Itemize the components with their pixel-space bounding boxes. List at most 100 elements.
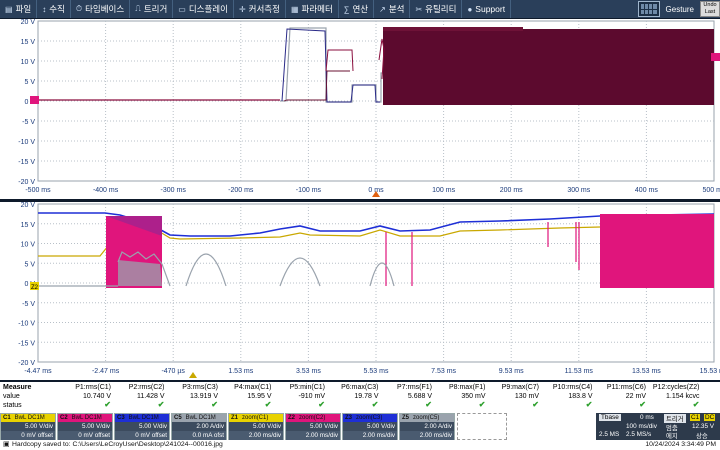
measure-param-value: 130 mV: [514, 393, 539, 400]
gesture-label[interactable]: Gesture: [663, 5, 697, 14]
channel-scale: 2.00 A/div: [400, 422, 454, 431]
measure-param-name[interactable]: P10:rms(C4): [535, 384, 593, 391]
channel-offset: 2.00 ms/div: [229, 431, 283, 440]
measure-param-name[interactable]: P6:max(C3): [321, 384, 378, 391]
channel-descriptor-c1[interactable]: C1 BwL DC1M 5.00 V/div 0 mV offset: [0, 413, 56, 440]
analysis-icon: ↗: [379, 4, 386, 14]
x-axis-tick-label: 3.53 ms: [296, 368, 321, 375]
channel-mode: BwL DC1M: [71, 415, 102, 421]
x-axis-tick-label: 15.53 ms: [700, 368, 720, 375]
channel-mode: zoom(C1): [242, 415, 269, 421]
channel-offset: 2.00 ms/div: [286, 431, 340, 440]
channel-header: Z5 zoom(C5): [400, 414, 454, 422]
channel-descriptor-z5[interactable]: Z5 zoom(C5) 2.00 A/div 2.00 ms/div: [399, 413, 455, 440]
menu-cursor[interactable]: ✛ 커서측정: [234, 0, 286, 18]
menu-folder[interactable]: ▤ 파일: [0, 0, 38, 18]
undo-button[interactable]: Undo Last: [700, 1, 720, 17]
timebase-descriptor[interactable]: Tbase 0 ms 트리거 C1 DC 100 ms/div 멈춤 12.35…: [596, 413, 720, 440]
value-row-label: value: [3, 393, 20, 400]
trigger-channel: C1: [690, 414, 701, 421]
channel-scale: 5.00 V/div: [229, 422, 283, 431]
channel-offset: 0.0 mA ofst: [172, 431, 226, 440]
trigger-level: 12.35 V: [692, 423, 715, 430]
hardcopy-icon: ▣: [3, 441, 10, 448]
x-axis-tick-label: 7.53 ms: [431, 368, 456, 375]
x-axis-tick-label: -2.47 ms: [92, 368, 120, 375]
menu-support[interactable]: ● Support: [462, 0, 512, 18]
trigger-coupling: DC: [704, 414, 716, 421]
y-axis-tick-label: 20 V: [21, 19, 36, 26]
timebase-icon: ⏱: [75, 4, 83, 13]
y-axis-tick-label: 10 V: [21, 242, 36, 249]
menu-item-label: 파라메터: [301, 4, 333, 14]
x-axis-tick-label: -4.47 ms: [24, 368, 52, 375]
measure-param-name[interactable]: P3:rms(C3): [160, 384, 218, 391]
menu-item-label: 연산: [352, 4, 369, 14]
channel-mode: BwL DC1M: [185, 415, 216, 421]
status-check-icon: ✔: [692, 400, 700, 409]
status-check-icon: ✔: [211, 400, 218, 409]
channel-descriptor-z1[interactable]: Z1 zoom(C1) 5.00 V/div 2.00 ms/div: [228, 413, 284, 440]
channel-descriptor-z3[interactable]: Z3 zoom(C3) 5.00 V/div 2.00 ms/div: [342, 413, 398, 440]
folder-icon: ▤: [5, 4, 13, 14]
undo-last-label: Last: [704, 9, 716, 15]
trigger-marker-bottom[interactable]: [189, 372, 197, 378]
measure-param-name[interactable]: P1:rms(C1): [53, 384, 111, 391]
measure-param-name[interactable]: P12:cycles(Z2): [642, 384, 700, 391]
status-check-icon: ✔: [532, 400, 539, 409]
measure-param-value: 19.78 V: [354, 393, 379, 400]
menu-analysis[interactable]: ↗ 분석: [374, 0, 411, 18]
timebase-label: Tbase: [599, 414, 621, 421]
y-axis-tick-label: -20 V: [18, 179, 35, 186]
channel-header: C1 BwL DC1M: [1, 414, 55, 422]
vertical-icon: ↕: [42, 4, 47, 14]
top-x-axis-labels: -500 ms -400 ms -300 ms -200 ms -100 ms 0 ms 1…: [25, 187, 720, 194]
measure-param-name[interactable]: P8:max(F1): [428, 384, 486, 391]
channel-descriptor-c3[interactable]: C3 BwL DC1M 5.00 V/div 0 mV offset: [114, 413, 170, 440]
channel-descriptor-c5[interactable]: C5 BwL DC1M 2.00 A/div 0.0 mA ofst: [171, 413, 227, 440]
x-axis-tick-label: -400 ms: [93, 187, 119, 194]
y-axis-tick-label: -20 V: [18, 360, 35, 367]
zoom-ground-marker-label: Z2: [31, 285, 39, 291]
sample-count: 2.5 MS: [599, 431, 620, 438]
channel-descriptor-z2[interactable]: Z2 zoom(C2) 5.00 V/div 2.00 ms/div: [285, 413, 341, 440]
channel-mode: zoom(C5): [413, 415, 440, 421]
menu-vertical[interactable]: ↕ 수직: [37, 0, 71, 18]
menu-trigger[interactable]: ⎍ 트리거: [130, 0, 174, 18]
measure-param-value: -910 mV: [298, 393, 325, 400]
measure-label: Measure: [3, 384, 32, 391]
x-axis-tick-label: 5.53 ms: [364, 368, 389, 375]
overview-waveform-grid[interactable]: 20 V15 V10 V5 V0 V-5 V-10 V-15 V-20 V -5…: [0, 19, 720, 199]
x-axis-tick-label: -200 ms: [228, 187, 254, 194]
measure-param-value: 13.919 V: [189, 393, 218, 400]
menu-item-label: 트리거: [143, 4, 168, 14]
measure-param-name[interactable]: P11:rms(C6): [588, 384, 646, 391]
menu-math[interactable]: ∑ 연산: [339, 0, 375, 18]
channel-header: C3 BwL DC1M: [115, 414, 169, 422]
empty-descriptor-slot[interactable]: [457, 413, 507, 440]
ground-marker-left[interactable]: [30, 96, 39, 104]
measure-param-name[interactable]: P7:rms(F1): [374, 384, 432, 391]
measure-param-name[interactable]: P9:max(C7): [481, 384, 539, 391]
status-bar: ▣ Hardcopy saved to: C:\Users\LeCroyUser…: [0, 440, 720, 450]
channel-descriptor-c2[interactable]: C2 BwL DC1M 5.00 V/div 0 mV offset: [57, 413, 113, 440]
menu-display[interactable]: ▭ 디스플레이: [173, 0, 234, 18]
measure-param-name[interactable]: P5:min(C1): [267, 384, 325, 391]
measure-param-name[interactable]: P2:rms(C2): [107, 384, 165, 391]
zoom-waveform-grid[interactable]: 20 V15 V10 V5 V0 V-5 V-10 V-15 V-20 V -4…: [0, 202, 720, 380]
measure-param-name[interactable]: P4:max(C1): [214, 384, 271, 391]
channel-offset: 2.00 ms/div: [343, 431, 397, 440]
menu-utility[interactable]: ✂ 유틸리티: [410, 0, 463, 18]
ground-marker-right[interactable]: [711, 53, 720, 61]
channel-mode: zoom(C3): [356, 415, 383, 421]
menu-timebase[interactable]: ⏱ 타임베이스: [71, 0, 131, 18]
channel-tag: C5: [174, 415, 182, 421]
measure-param-value: 11.428 V: [136, 393, 165, 400]
top-trace-burst-upper: [383, 27, 523, 31]
grid-layout-icon[interactable]: [637, 1, 660, 17]
y-axis-tick-label: -15 V: [18, 340, 35, 347]
bottom-x-axis-labels: -4.47 ms -2.47 ms -470 µs 1.53 ms 3.53 ms 5.5…: [24, 368, 720, 375]
measure-param-value: 22 mV: [625, 393, 646, 400]
status-check-icon: ✔: [104, 400, 111, 409]
menu-params[interactable]: ▦ 파라메터: [286, 0, 339, 18]
